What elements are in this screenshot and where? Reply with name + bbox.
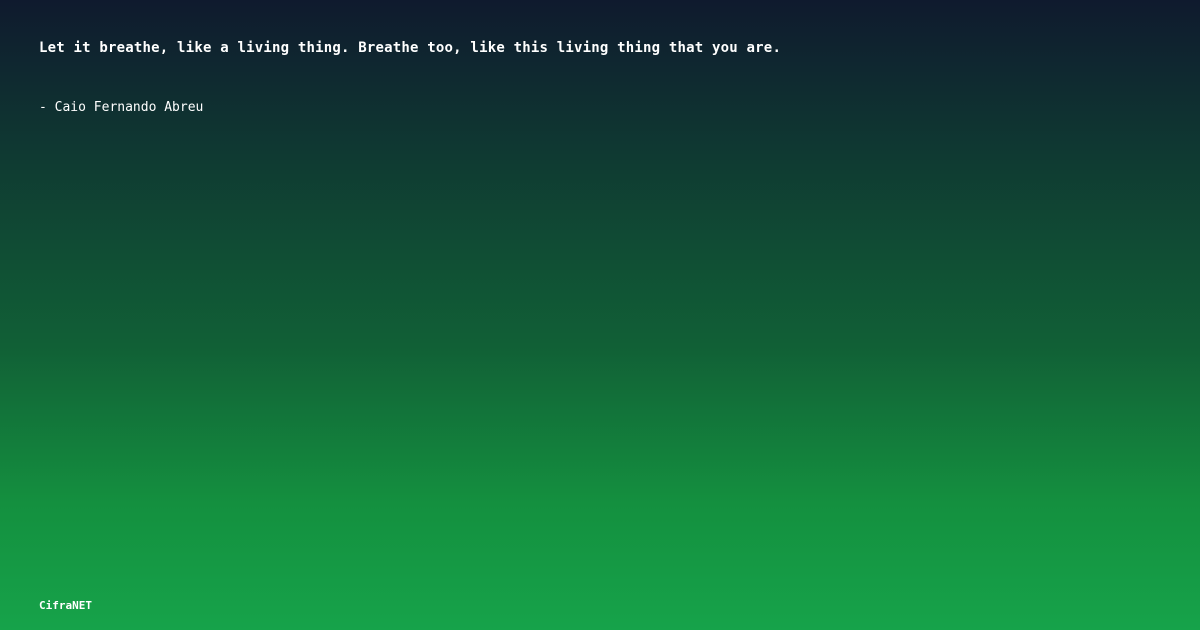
brand-logo-text: CifraNET	[39, 599, 92, 612]
quote-text: Let it breathe, like a living thing. Bre…	[39, 40, 782, 56]
quote-author: - Caio Fernando Abreu	[39, 100, 204, 115]
quote-card: Let it breathe, like a living thing. Bre…	[0, 0, 1200, 630]
